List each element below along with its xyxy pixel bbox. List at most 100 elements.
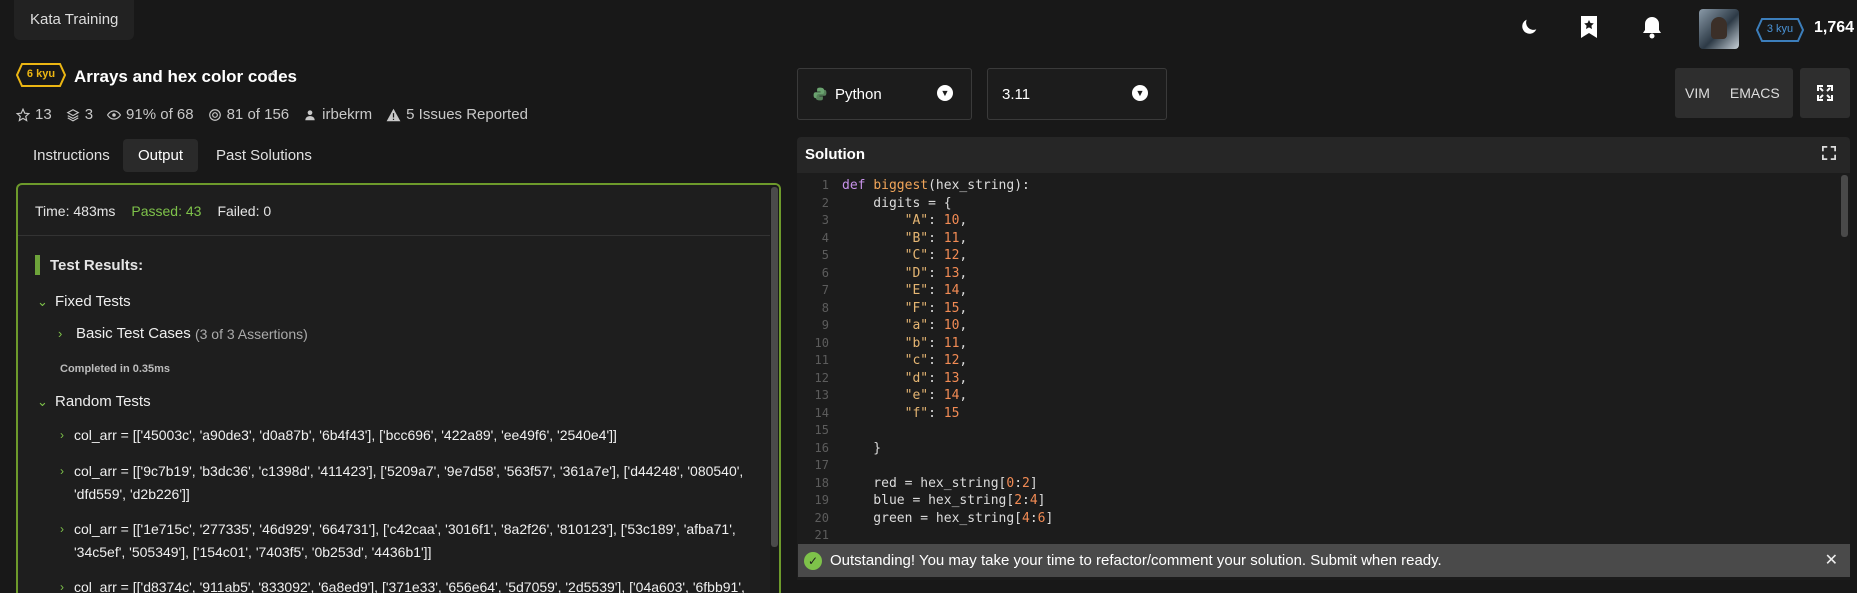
chevron-down-icon: ▼ bbox=[937, 85, 953, 101]
time-value: Time: 483ms bbox=[35, 203, 116, 219]
random-tests-group[interactable]: ⌄ Random Tests bbox=[37, 393, 151, 410]
author-stat[interactable]: irbekrm bbox=[303, 106, 372, 123]
line-number: 11 bbox=[814, 353, 829, 367]
bell-icon[interactable] bbox=[1639, 14, 1665, 40]
code-editor[interactable]: 1 2 3 4 5 6 7 8 9 10 11 12 13 14 15 16 1… bbox=[797, 173, 1850, 580]
expand-icon[interactable] bbox=[1822, 146, 1836, 165]
test-case-row[interactable]: › col_arr = [['d8374c', '911ab5', '833092… bbox=[60, 576, 764, 593]
divider bbox=[18, 235, 779, 236]
editor-mode-group: VIM EMACS bbox=[1675, 68, 1793, 118]
code-line: "D": 13, bbox=[904, 265, 968, 281]
kata-rank-badge: 6 kyu bbox=[16, 63, 66, 87]
output-scroll-thumb[interactable] bbox=[771, 187, 778, 547]
code-line: "f": 15 bbox=[904, 405, 960, 421]
satisfaction-stat: 91% of 68 bbox=[107, 106, 194, 123]
basic-test-cases[interactable]: › Basic Test Cases (3 of 3 Assertions) bbox=[58, 325, 308, 342]
kata-rank-label: 6 kyu bbox=[26, 68, 56, 80]
chevron-right-icon: › bbox=[60, 522, 64, 536]
solution-title: Solution bbox=[805, 146, 865, 163]
passed-count: Passed: 43 bbox=[131, 203, 202, 219]
user-icon bbox=[305, 109, 315, 120]
line-number: 8 bbox=[821, 300, 829, 315]
line-number: 6 bbox=[821, 265, 829, 280]
code-line: "b": 11, bbox=[904, 335, 968, 351]
collections-count: 3 bbox=[84, 106, 94, 123]
test-case-row[interactable]: › col_arr = [['9c7b19', 'b3dc36', 'c1398d… bbox=[60, 460, 764, 506]
check-icon: ✓ bbox=[266, 66, 278, 82]
issues-label: 5 Issues Reported bbox=[406, 106, 528, 123]
run-summary: Time: 483ms Passed: 43 Failed: 0 bbox=[35, 203, 271, 219]
test-results-label: Test Results: bbox=[50, 256, 144, 274]
line-number: 13 bbox=[814, 388, 829, 402]
avatar[interactable] bbox=[1699, 9, 1739, 49]
check-circle-icon: ✓ bbox=[804, 551, 822, 570]
notification-text: Outstanding! You may take your time to r… bbox=[830, 552, 1442, 569]
bookmark-icon[interactable] bbox=[1576, 14, 1602, 40]
line-number: 19 bbox=[814, 493, 829, 507]
target-icon bbox=[208, 108, 221, 121]
fixed-tests-group[interactable]: ⌄ Fixed Tests bbox=[37, 293, 131, 310]
fixed-tests-label: Fixed Tests bbox=[55, 293, 131, 310]
test-case-row[interactable]: › col_arr = [['1e715c', '277335', '46d929… bbox=[60, 518, 764, 564]
kata-training-button[interactable]: Kata Training bbox=[14, 0, 135, 40]
vim-mode-button[interactable]: VIM bbox=[1675, 85, 1720, 101]
test-case-row[interactable]: › col_arr = [['45003c', 'a90de3', 'd0a87b… bbox=[60, 424, 764, 447]
chevron-right-icon: › bbox=[60, 580, 64, 593]
tab-output[interactable]: Output bbox=[123, 139, 199, 172]
line-number: 2 bbox=[821, 195, 829, 210]
version-select[interactable]: 3.11 ▼ bbox=[987, 68, 1167, 120]
test-case-text: col_arr = [['45003c', 'a90de3', 'd0a87b'… bbox=[74, 427, 617, 443]
code-line: "e": 14, bbox=[904, 388, 968, 403]
success-notification: ✓ Outstanding! You may take your time to… bbox=[798, 544, 1850, 577]
line-number: 16 bbox=[814, 440, 829, 455]
code-line: def biggest(hex_string): bbox=[842, 178, 1030, 193]
user-rank-label: 3 kyu bbox=[1766, 23, 1794, 35]
code-line: digits = { bbox=[842, 195, 952, 211]
editor-scroll-thumb[interactable] bbox=[1841, 175, 1848, 237]
chevron-right-icon: › bbox=[58, 326, 63, 341]
collections-stat[interactable]: 3 bbox=[66, 106, 93, 123]
emacs-mode-button[interactable]: EMACS bbox=[1720, 85, 1790, 101]
code-line: "E": 14, bbox=[904, 283, 968, 298]
line-number: 5 bbox=[821, 248, 829, 262]
code-line: } bbox=[842, 440, 882, 456]
kata-title[interactable]: Arrays and hex color codes bbox=[74, 67, 297, 87]
output-panel: Time: 483ms Passed: 43 Failed: 0 Test Re… bbox=[16, 183, 781, 593]
code-line: "B": 11, bbox=[904, 230, 968, 246]
chevron-down-icon: ⌄ bbox=[37, 393, 48, 409]
layers-icon bbox=[66, 108, 80, 122]
stars-stat[interactable]: 13 bbox=[16, 106, 52, 123]
python-icon bbox=[813, 87, 827, 101]
warning-icon bbox=[386, 108, 401, 121]
line-number: 3 bbox=[821, 213, 829, 227]
version-value: 3.11 bbox=[1002, 85, 1031, 103]
code-line: "A": 10, bbox=[904, 213, 968, 228]
issues-stat[interactable]: 5 Issues Reported bbox=[386, 106, 528, 123]
line-number: 17 bbox=[814, 458, 829, 472]
moon-icon[interactable] bbox=[1516, 14, 1542, 40]
expand-icon bbox=[1817, 85, 1833, 101]
line-number: 9 bbox=[821, 318, 829, 332]
test-results-heading: Test Results: bbox=[35, 255, 143, 275]
random-tests-label: Random Tests bbox=[55, 393, 151, 410]
tab-past-solutions[interactable]: Past Solutions bbox=[201, 139, 327, 172]
completed-stat: 81 of 156 bbox=[208, 106, 289, 123]
language-select[interactable]: Python ▼ bbox=[797, 68, 972, 120]
author-name: irbekrm bbox=[322, 106, 373, 123]
close-icon[interactable]: ✕ bbox=[1825, 550, 1838, 570]
code-line: green = hex_string[4:6] bbox=[842, 510, 1054, 526]
line-number: 15 bbox=[814, 423, 829, 437]
line-gutter: 1 2 3 4 5 6 7 8 9 10 11 12 13 14 15 16 1… bbox=[797, 177, 835, 580]
satisfaction-value: 91% of 68 bbox=[126, 106, 194, 123]
line-number: 18 bbox=[814, 475, 829, 490]
tab-instructions[interactable]: Instructions bbox=[18, 139, 125, 172]
code-line: "F": 15, bbox=[904, 300, 968, 316]
code-line: "a": 10, bbox=[904, 318, 968, 333]
code-line: "d": 13, bbox=[904, 370, 968, 386]
code-content[interactable]: def biggest(hex_string): digits = { "A":… bbox=[842, 177, 1053, 545]
fullscreen-button[interactable] bbox=[1800, 68, 1850, 118]
solution-header: Solution bbox=[797, 137, 1850, 173]
